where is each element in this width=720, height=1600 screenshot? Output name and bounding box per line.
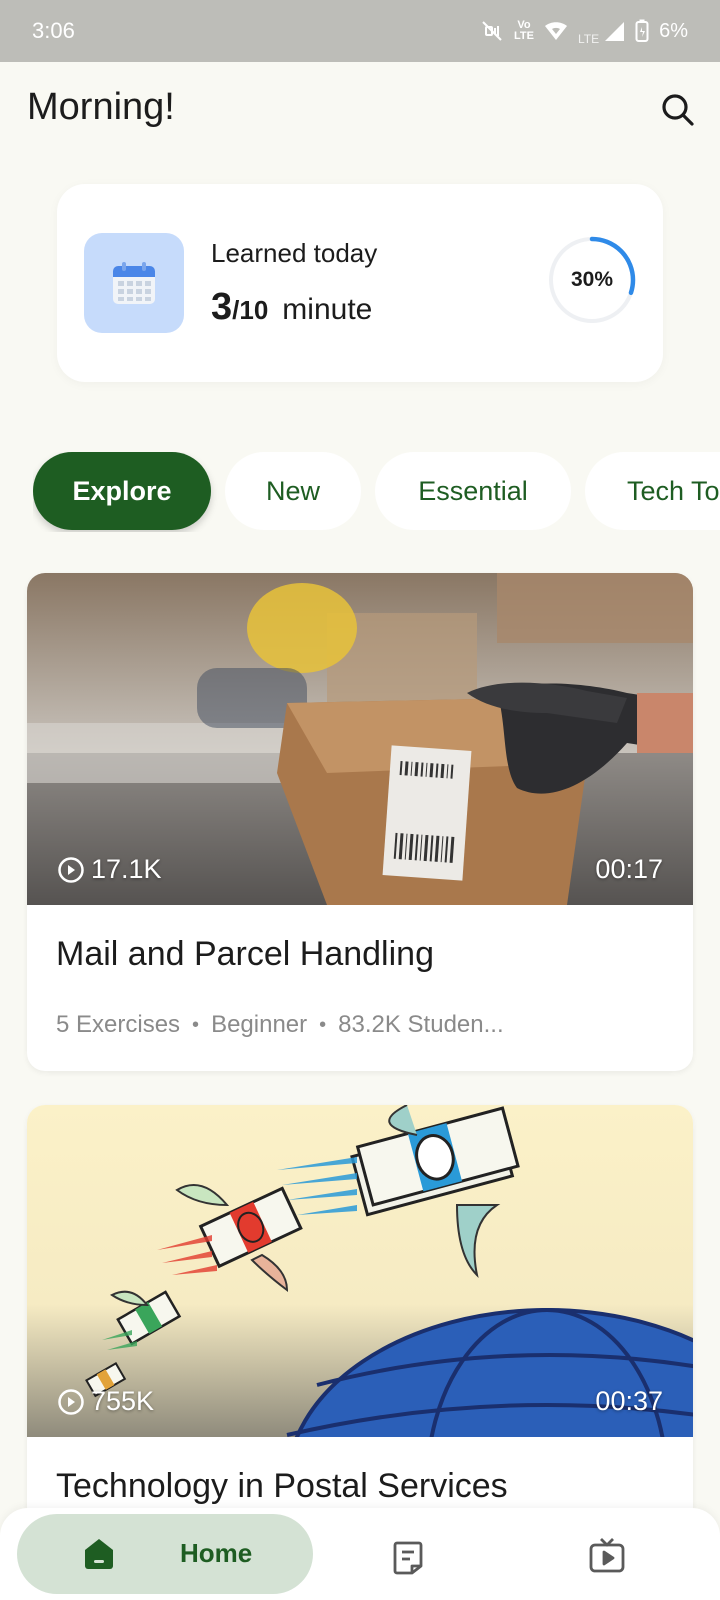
video-duration: 00:17 (595, 854, 663, 884)
battery-icon (635, 19, 649, 43)
calendar-icon (113, 262, 155, 304)
search-icon (662, 94, 694, 126)
learned-unit: minute (282, 293, 373, 326)
progress-percent: 30% (570, 268, 614, 291)
chip-essential[interactable]: Essential (375, 452, 571, 530)
view-count-value: 17.1K (91, 854, 162, 884)
play-circle-icon (58, 1388, 84, 1415)
home-icon (85, 1539, 113, 1569)
signal-icon (603, 20, 625, 42)
nav-home[interactable]: Home (17, 1514, 313, 1594)
play-circle-icon (58, 856, 84, 883)
learned-label: Learned today (211, 238, 378, 268)
exercise-count: 5 Exercises (56, 1011, 181, 1038)
video-icon (589, 1538, 625, 1573)
calendar-tile (84, 233, 184, 333)
course-meta: 5 Exercises • Beginner • 83.2K Studen... (56, 1011, 504, 1039)
course-thumbnail: 755K 00:37 (27, 1105, 693, 1437)
nav-notes[interactable] (392, 1538, 426, 1581)
learned-done: 3 (211, 286, 233, 328)
nav-video[interactable] (588, 1536, 626, 1579)
chip-tech[interactable]: Tech To (585, 452, 720, 530)
view-count: 755K (57, 1386, 154, 1417)
course-card[interactable]: 17.1K 00:17 Mail and Parcel Handling 5 E… (27, 573, 693, 1071)
course-level: Beginner (211, 1011, 308, 1038)
wifi-icon (544, 21, 568, 41)
student-count: 83.2K Studen... (338, 1011, 504, 1038)
chip-explore[interactable]: Explore (33, 452, 211, 530)
view-count-value: 755K (91, 1386, 155, 1416)
lte-label: LTE (577, 32, 600, 46)
volte-icon: Vo LTE (514, 19, 534, 42)
battery-percent: 6% (659, 19, 688, 42)
course-title: Technology in Postal Services (56, 1467, 508, 1505)
status-time: 3:06 (32, 18, 75, 43)
learned-today-card[interactable]: Learned today 3 /10 minute 30% (57, 184, 663, 382)
learned-goal: /10 (232, 295, 269, 325)
notes-icon (393, 1541, 423, 1575)
page-title: Morning! (27, 86, 175, 128)
status-icons: Vo LTE LTE 6% (480, 16, 688, 46)
search-button[interactable] (660, 92, 696, 128)
chip-new[interactable]: New (225, 452, 361, 530)
learned-value: 3 /10 minute (211, 286, 372, 329)
meta-separator: • (192, 1013, 200, 1036)
bottom-nav: Home (0, 1508, 720, 1600)
nav-home-label: Home (180, 1538, 253, 1568)
video-duration: 00:37 (595, 1386, 663, 1416)
category-chips: Explore New Essential Tech To (33, 452, 720, 532)
mute-icon (480, 19, 504, 43)
status-bar: 3:06 Vo LTE LTE 6% (0, 0, 720, 62)
meta-separator: • (319, 1013, 327, 1036)
course-thumbnail: 17.1K 00:17 (27, 573, 693, 905)
view-count: 17.1K (57, 854, 162, 885)
course-title: Mail and Parcel Handling (56, 935, 434, 973)
course-card[interactable]: 755K 00:37 Technology in Postal Services (27, 1105, 693, 1525)
